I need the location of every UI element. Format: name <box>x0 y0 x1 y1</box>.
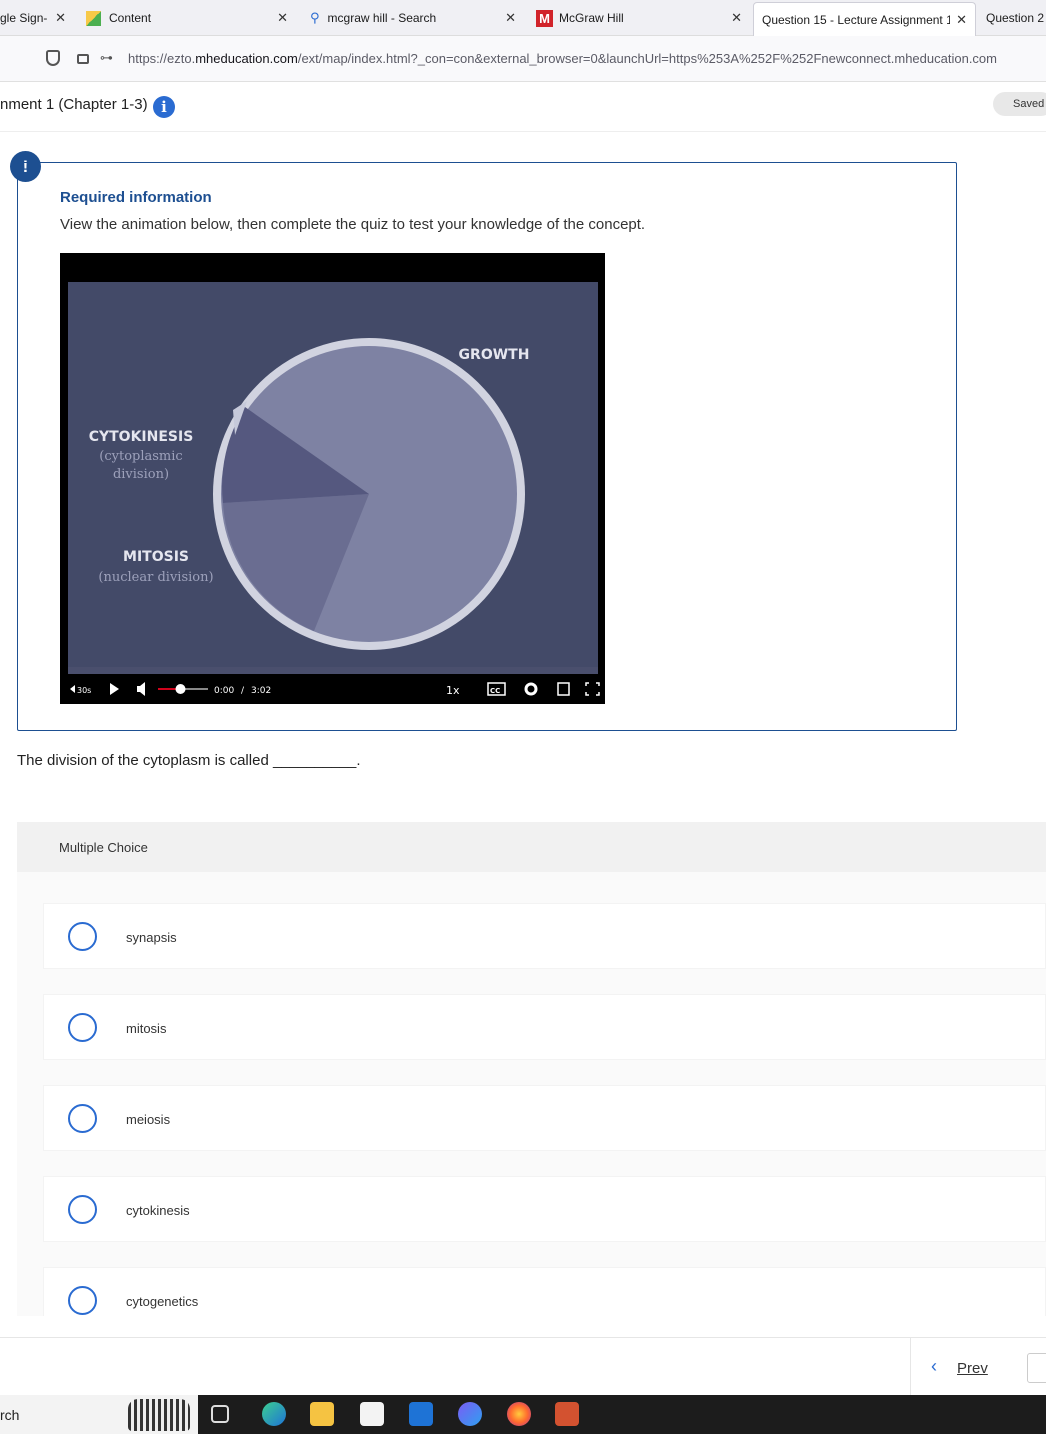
prev-label: Prev <box>957 1360 988 1377</box>
label-growth: GROWTH <box>459 347 530 363</box>
taskbar-search-text: rch <box>0 1407 20 1423</box>
url-prefix: https://ezto. <box>128 51 196 66</box>
playback-speed-button[interactable]: 1x <box>446 684 460 697</box>
tab-question-2[interactable]: Question 2 <box>986 0 1046 36</box>
label-cytokinesis: CYTOKINESIS <box>89 429 194 445</box>
tab-label: Content <box>109 11 152 25</box>
required-info-title: Required information <box>60 189 212 206</box>
close-icon[interactable]: ✕ <box>956 12 967 28</box>
video-frame: GROWTH CYTOKINESIS (cytoplasmic division… <box>60 282 605 704</box>
saved-badge: Saved <box>993 92 1046 116</box>
multiple-choice-label: Multiple Choice <box>59 840 148 855</box>
tab-content[interactable]: Content ✕ <box>86 0 296 36</box>
tab-question-15[interactable]: Question 15 - Lecture Assignment 1 ✕ <box>753 2 976 36</box>
address-bar: ⊶ https://ezto.mheducation.com/ext/map/i… <box>0 36 1046 82</box>
file-explorer-icon[interactable] <box>310 1402 334 1426</box>
permissions-icon[interactable]: ⊶ <box>100 50 113 66</box>
close-icon[interactable]: ✕ <box>55 10 66 26</box>
copilot-icon[interactable] <box>458 1402 482 1426</box>
answer-options: synapsis mitosis meiosis cytokinesis cyt… <box>17 872 1046 1316</box>
duration: 3:02 <box>251 686 271 696</box>
answer-option-label: meiosis <box>126 1112 171 1127</box>
radio-button[interactable] <box>68 1104 97 1133</box>
radio-button[interactable] <box>68 1286 97 1315</box>
label-cytokinesis-sub1: (cytoplasmic <box>99 449 182 464</box>
tab-label: McGraw Hill <box>559 11 624 25</box>
tab-mcgraw-hill-search[interactable]: ⚲ mcgraw hill - Search ✕ <box>310 0 524 36</box>
tab-label: gle Sign- <box>0 11 48 25</box>
radio-button[interactable] <box>68 1013 97 1042</box>
pencil-icon <box>86 10 101 26</box>
answer-option-label: cytokinesis <box>126 1203 190 1218</box>
required-info-description: View the animation below, then complete … <box>60 216 646 233</box>
captions-label: CC <box>490 687 500 695</box>
taskbar-search[interactable]: rch <box>0 1395 198 1434</box>
firefox-icon[interactable] <box>507 1402 531 1426</box>
current-time: 0:00 <box>214 686 234 696</box>
shield-icon <box>46 50 60 66</box>
radio-button[interactable] <box>68 1195 97 1224</box>
zebra-icon <box>128 1399 190 1431</box>
info-icon[interactable]: i <box>153 96 175 118</box>
chevron-left-icon: ‹ <box>931 1356 937 1376</box>
mail-icon[interactable] <box>409 1402 433 1426</box>
video-progress-track[interactable] <box>68 667 598 674</box>
tab-mcgraw-hill[interactable]: M McGraw Hill ✕ <box>536 0 750 36</box>
lock-icon <box>77 54 89 64</box>
close-icon[interactable]: ✕ <box>731 10 742 26</box>
answer-option[interactable]: synapsis <box>43 903 1046 969</box>
close-icon[interactable]: ✕ <box>277 10 288 26</box>
label-cytokinesis-sub2: division) <box>113 467 169 482</box>
tab-google-sign-in[interactable]: gle Sign- ✕ <box>0 0 78 36</box>
rewind-label: 30s <box>77 686 91 695</box>
answer-option[interactable]: cytokinesis <box>43 1176 1046 1242</box>
question-text: The division of the cytoplasm is called … <box>17 752 361 769</box>
answer-option-label: synapsis <box>126 930 177 945</box>
answer-option[interactable]: mitosis <box>43 994 1046 1060</box>
answer-option[interactable]: cytogenetics <box>43 1267 1046 1316</box>
label-mitosis-sub: (nuclear division) <box>98 570 213 585</box>
task-view-icon[interactable] <box>211 1405 229 1423</box>
radio-button[interactable] <box>68 922 97 951</box>
question-navigation: ‹ Prev <box>0 1337 1046 1396</box>
tab-label: mcgraw hill - Search <box>327 11 437 25</box>
edge-icon[interactable] <box>262 1402 286 1426</box>
next-button[interactable] <box>1027 1353 1046 1383</box>
prev-button[interactable]: ‹ Prev <box>910 1338 1020 1396</box>
url-domain: mheducation.com <box>195 51 298 66</box>
url-path: /ext/map/index.html?_con=con&external_br… <box>297 51 997 66</box>
browser-tab-bar: gle Sign- ✕ Content ✕ ⚲ mcgraw hill - Se… <box>0 0 1046 36</box>
tab-label: Question 15 - Lecture Assignment 1 <box>762 12 950 27</box>
store-icon[interactable] <box>360 1402 384 1426</box>
close-icon[interactable]: ✕ <box>505 10 516 26</box>
powerpoint-icon[interactable] <box>555 1402 579 1426</box>
assignment-header: nment 1 (Chapter 1-3) i Saved <box>0 82 1046 132</box>
answer-option[interactable]: meiosis <box>43 1085 1046 1151</box>
os-taskbar: rch <box>0 1395 1046 1434</box>
video-player[interactable]: GROWTH CYTOKINESIS (cytoplasmic division… <box>60 253 605 704</box>
answer-option-label: cytogenetics <box>126 1294 199 1309</box>
assignment-title: nment 1 (Chapter 1-3) <box>0 96 148 113</box>
search-icon: ⚲ <box>310 10 320 25</box>
volume-slider-handle[interactable] <box>175 684 186 694</box>
multiple-choice-header: Multiple Choice <box>17 822 1046 872</box>
label-mitosis: MITOSIS <box>123 549 189 565</box>
url-field[interactable]: https://ezto.mheducation.com/ext/map/ind… <box>128 51 997 66</box>
tab-label: Question 2 <box>986 11 1045 25</box>
answer-option-label: mitosis <box>126 1021 167 1036</box>
mcgraw-hill-logo-icon: M <box>536 9 553 27</box>
